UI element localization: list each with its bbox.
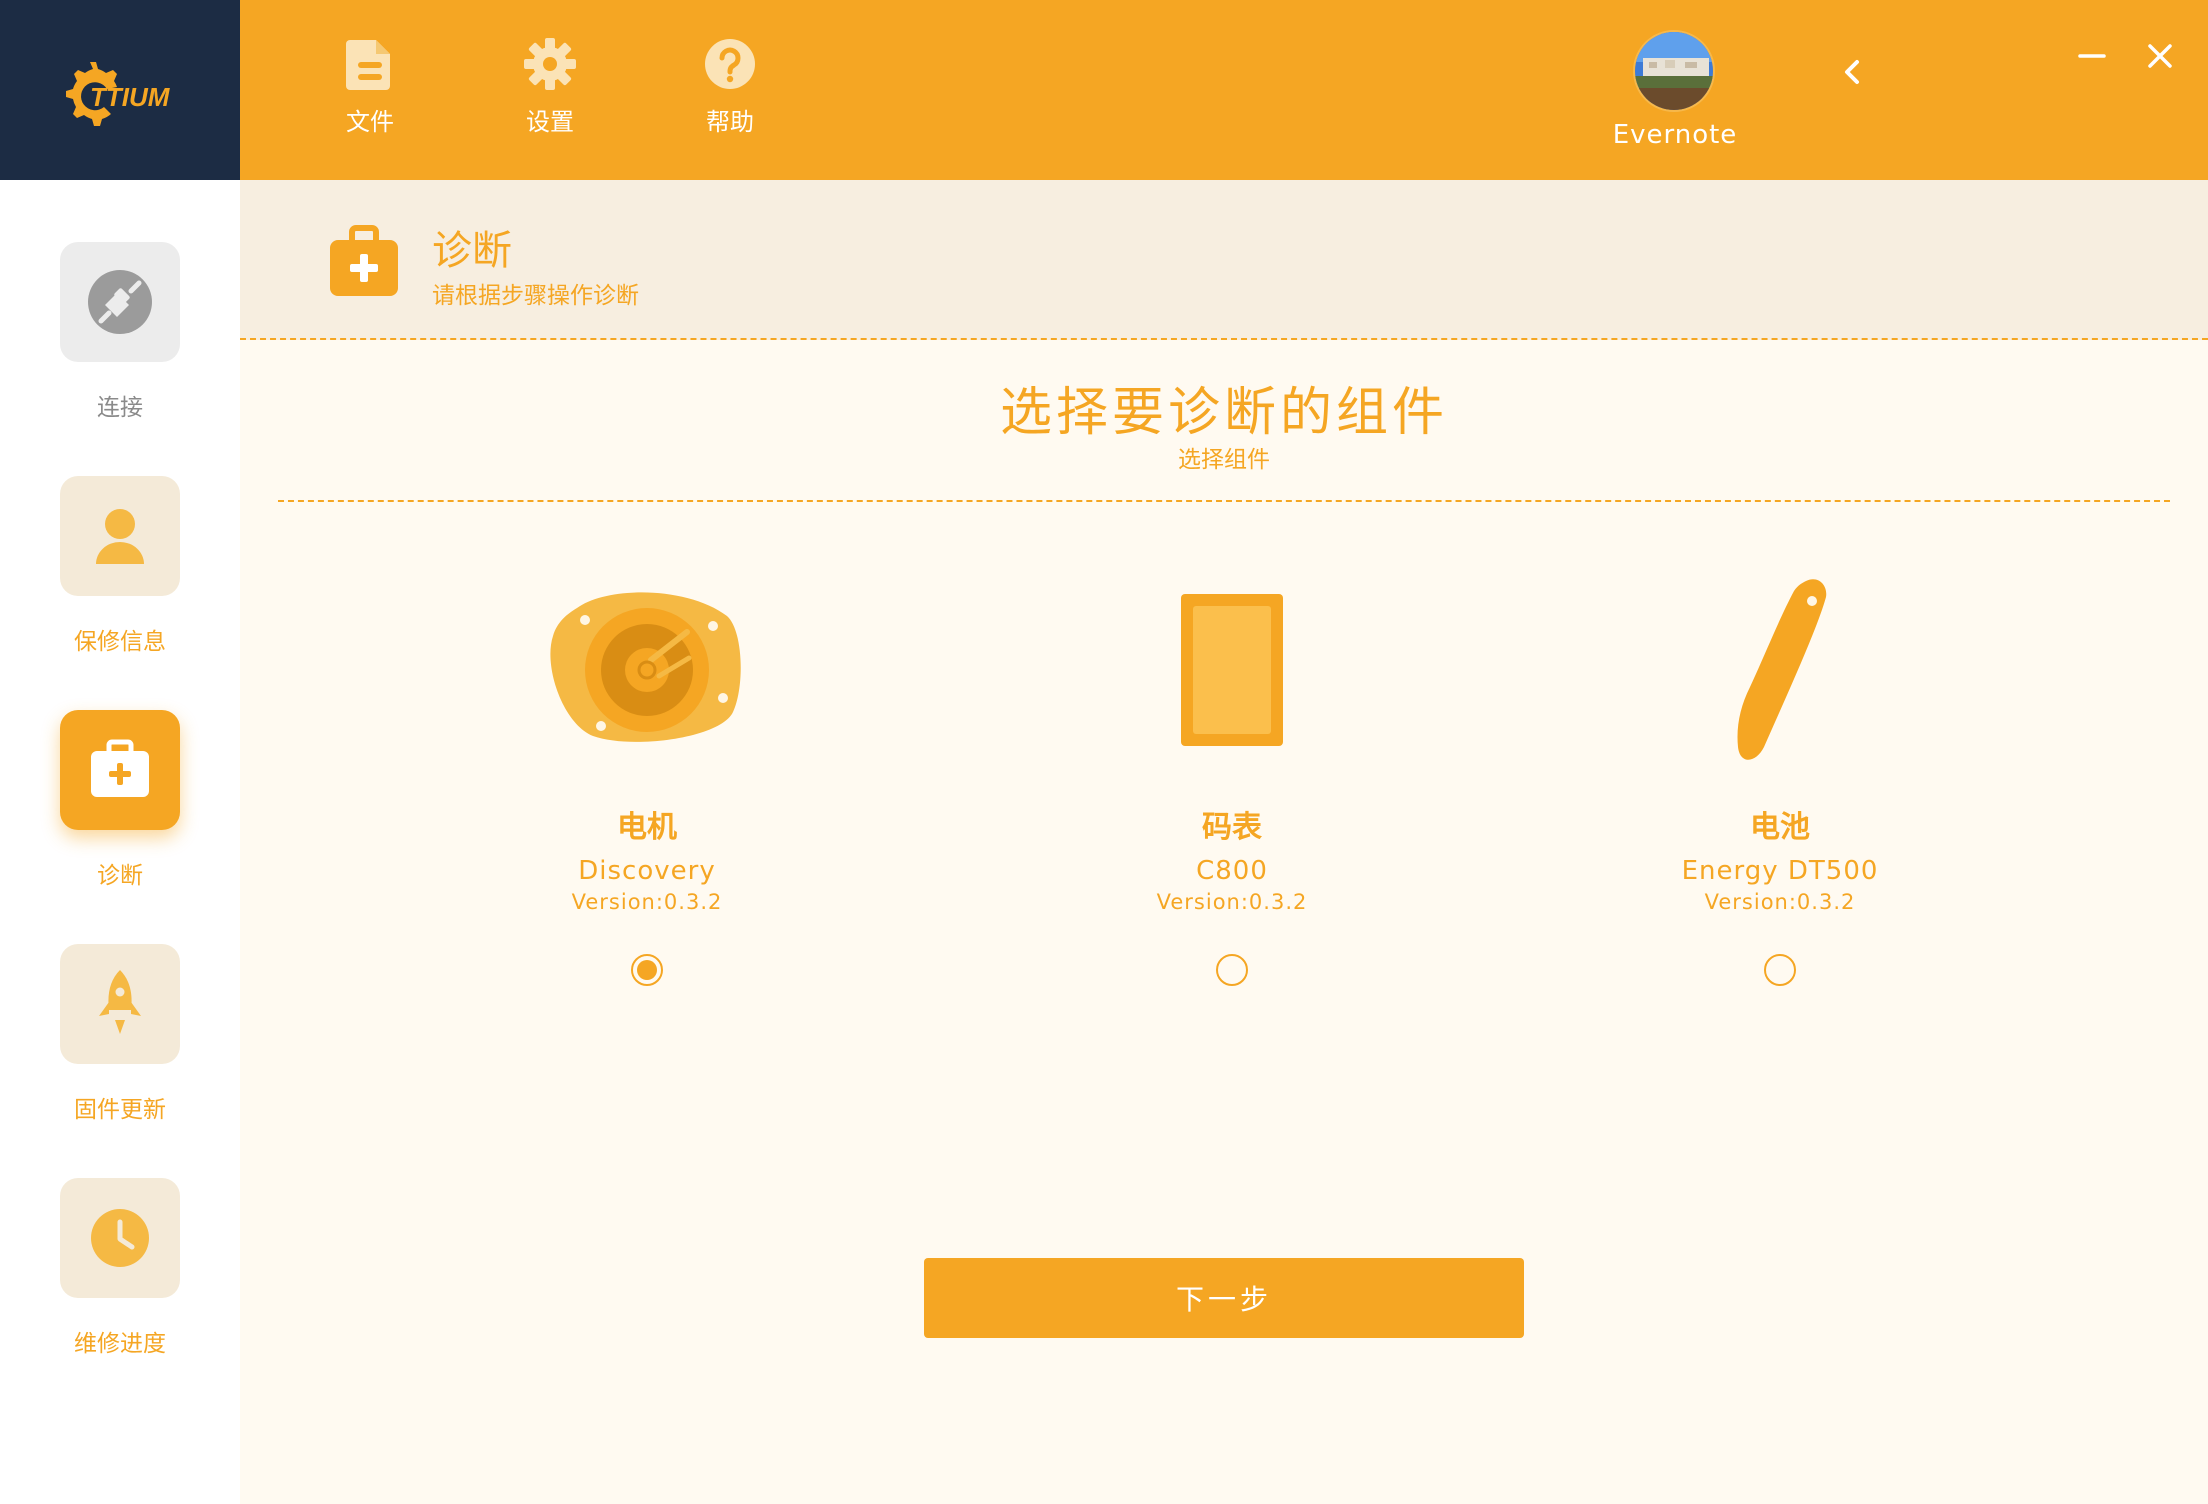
sidebar: 连接 保修信息 诊断 固件更新 维修进度	[0, 180, 240, 1504]
motor-icon	[550, 592, 741, 742]
section-subtitle: 请根据步骤操作诊断	[432, 283, 639, 309]
step-title: 选择要诊断的组件	[999, 383, 1448, 443]
plug-icon	[88, 270, 152, 334]
component-card-motor[interactable]: 电机 Discovery Version:0.3.2	[427, 570, 867, 986]
file-icon	[346, 40, 390, 90]
radio-selected-dot	[637, 960, 657, 980]
toolbar-help-label: 帮助	[706, 108, 754, 136]
user-avatar[interactable]	[1633, 30, 1715, 112]
main-content: 诊断 请根据步骤操作诊断 选择要诊断的组件 选择组件 电机 Discovery …	[240, 180, 2208, 1504]
sidebar-item-diagnosis[interactable]: 诊断	[0, 710, 240, 890]
person-icon	[96, 509, 144, 564]
component-image	[1680, 570, 1880, 770]
top-toolbar: 文件 设置 帮助	[240, 0, 2208, 180]
component-radio-display[interactable]	[1216, 954, 1248, 986]
component-name: 电机	[617, 810, 677, 845]
sidebar-tile	[60, 476, 180, 596]
dashed-divider	[278, 500, 2170, 502]
component-name: 电池	[1750, 810, 1810, 845]
sidebar-item-label: 连接	[97, 395, 143, 421]
component-radio-motor[interactable]	[631, 954, 663, 986]
sidebar-item-label: 固件更新	[74, 1097, 166, 1123]
component-model: Energy DT500	[1681, 856, 1879, 886]
component-card-display[interactable]: 码表 C800 Version:0.3.2	[1012, 570, 1452, 986]
component-image	[1132, 570, 1332, 770]
sidebar-item-repair-progress[interactable]: 维修进度	[0, 1178, 240, 1358]
toolbar-file-label: 文件	[346, 108, 394, 136]
sidebar-tile	[60, 242, 180, 362]
sidebar-item-firmware[interactable]: 固件更新	[0, 944, 240, 1124]
close-icon[interactable]	[2140, 36, 2180, 76]
display-icon	[1181, 594, 1283, 746]
component-model: C800	[1196, 856, 1268, 886]
step-subtitle: 选择组件	[1178, 447, 1270, 473]
ttium-logo-icon: TTIUM	[66, 62, 171, 126]
battery-icon	[1737, 579, 1827, 760]
medkit-icon	[330, 225, 398, 296]
svg-text:TTIUM: TTIUM	[90, 82, 171, 112]
component-model: Discovery	[578, 856, 716, 886]
section-header: 诊断 请根据步骤操作诊断	[240, 180, 2208, 340]
chevron-left-icon[interactable]	[1836, 50, 1866, 94]
sidebar-tile	[60, 944, 180, 1064]
sidebar-item-connect[interactable]: 连接	[0, 242, 240, 422]
sidebar-item-label: 诊断	[97, 863, 143, 889]
section-title: 诊断	[432, 228, 512, 274]
component-version: Version:0.3.2	[571, 890, 723, 914]
sidebar-tile	[60, 710, 180, 830]
rocket-icon	[99, 970, 141, 1034]
sidebar-item-label: 保修信息	[74, 629, 166, 655]
help-icon	[705, 39, 755, 89]
sidebar-item-warranty[interactable]: 保修信息	[0, 476, 240, 656]
component-version: Version:0.3.2	[1704, 890, 1856, 914]
sidebar-item-label: 维修进度	[74, 1331, 166, 1357]
toolbar-file-button[interactable]: 文件	[325, 36, 415, 137]
toolbar-settings-button[interactable]: 设置	[505, 36, 595, 137]
toolbar-help-button[interactable]: 帮助	[685, 36, 775, 137]
next-step-button[interactable]: 下一步	[924, 1258, 1524, 1338]
user-name[interactable]: Evernote	[1590, 120, 1760, 150]
minimize-icon[interactable]	[2072, 36, 2112, 76]
component-version: Version:0.3.2	[1156, 890, 1308, 914]
app-logo: TTIUM	[0, 0, 240, 180]
gear-icon	[524, 38, 576, 90]
toolbar-settings-label: 设置	[526, 108, 574, 136]
sidebar-tile	[60, 1178, 180, 1298]
medkit-icon	[91, 739, 149, 797]
component-card-battery[interactable]: 电池 Energy DT500 Version:0.3.2	[1560, 570, 2000, 986]
clock-icon	[91, 1209, 149, 1267]
component-radio-battery[interactable]	[1764, 954, 1796, 986]
component-image	[547, 570, 747, 770]
component-name: 码表	[1202, 810, 1262, 845]
